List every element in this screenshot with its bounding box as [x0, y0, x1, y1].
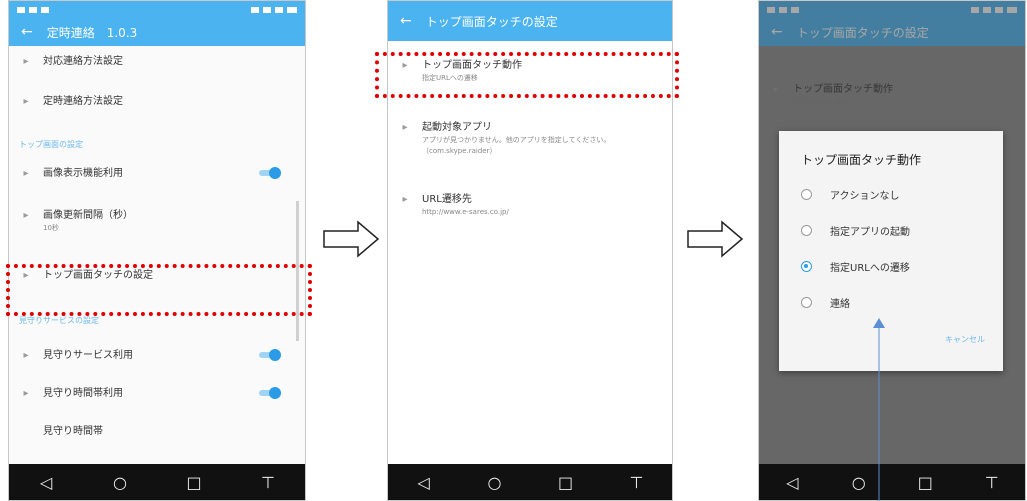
chevron-right-icon: ▸: [402, 122, 408, 133]
watch-service-toggle[interactable]: [257, 349, 281, 361]
chevron-right-icon: ▸: [402, 194, 408, 205]
settings-screen-phone: ← 定時連絡 1.0.3 ▸ 対応連絡方法設定 ▸ 定時連絡方法設定 トップ画面…: [8, 0, 306, 501]
home-circle-icon[interactable]: ○: [844, 473, 874, 492]
list-item[interactable]: ▸ 対応連絡方法設定: [9, 55, 305, 69]
back-arrow-icon[interactable]: ←: [21, 24, 33, 40]
menu-icon[interactable]: ⊤: [977, 473, 1007, 492]
chevron-right-icon: ▸: [23, 350, 29, 361]
image-display-toggle[interactable]: [257, 167, 281, 179]
list-item[interactable]: ▸ 定時連絡方法設定: [9, 95, 305, 109]
radio-dialog: トップ画面タッチ動作 アクションなし 指定アプリの起動 指定URLへの遷移 連絡…: [779, 131, 1003, 371]
dialog-title: トップ画面タッチ動作: [801, 153, 922, 167]
list-item[interactable]: ▸ 見守り時間帯: [9, 425, 305, 439]
radio-option-contact[interactable]: 連絡: [801, 295, 850, 310]
highlight-box: [375, 52, 679, 98]
recents-square-icon[interactable]: □: [910, 473, 940, 492]
radio-option-no-action[interactable]: アクションなし: [801, 187, 900, 202]
radio-button[interactable]: [801, 297, 812, 308]
radio-button[interactable]: [801, 225, 812, 236]
back-triangle-icon[interactable]: ◁: [409, 473, 439, 492]
list-item[interactable]: ▸ 画像更新間隔（秒） 10秒: [9, 209, 305, 234]
chevron-right-icon: ▸: [23, 96, 29, 107]
arrow-right-icon: [323, 220, 380, 258]
page-title: 定時連絡 1.0.3: [46, 25, 138, 40]
navigation-bar: ◁ ○ □ ⊤: [388, 464, 672, 500]
radio-option-url[interactable]: 指定URLへの遷移: [801, 259, 910, 274]
pointer-arrow-icon: [873, 318, 885, 501]
back-triangle-icon[interactable]: ◁: [31, 473, 61, 492]
back-triangle-icon[interactable]: ◁: [777, 473, 807, 492]
home-circle-icon[interactable]: ○: [105, 473, 135, 492]
recents-square-icon[interactable]: □: [179, 473, 209, 492]
recents-square-icon[interactable]: □: [551, 473, 581, 492]
menu-icon[interactable]: ⊤: [622, 473, 652, 492]
top-touch-dialog-phone: ← トップ画面タッチの設定 ▸ トップ画面タッチ動作 指定URLへの遷移 トップ…: [758, 0, 1026, 501]
menu-icon[interactable]: ⊤: [253, 473, 283, 492]
arrow-right-icon: [687, 220, 744, 258]
navigation-bar: ◁ ○ □ ⊤: [759, 464, 1025, 500]
page-title: トップ画面タッチの設定: [425, 14, 558, 29]
list-item-url-destination[interactable]: ▸ URL遷移先 http://www.e-sares.co.jp/: [388, 193, 672, 218]
radio-option-launch-app[interactable]: 指定アプリの起動: [801, 223, 910, 238]
back-arrow-icon[interactable]: ←: [400, 13, 412, 29]
app-bar: ← 定時連絡 1.0.3: [9, 18, 305, 46]
chevron-right-icon: ▸: [23, 168, 29, 179]
chevron-right-icon: ▸: [23, 56, 29, 67]
list-item-target-app[interactable]: ▸ 起動対象アプリ アプリが見つかりません。他のアプリを指定してください。（co…: [388, 121, 672, 157]
chevron-right-icon: ▸: [23, 388, 29, 399]
chevron-right-icon: ▸: [23, 210, 29, 221]
highlight-box: [6, 264, 312, 316]
status-bar: [9, 1, 305, 18]
section-header: 見守りサービスの設定: [19, 316, 99, 325]
cancel-button[interactable]: キャンセル: [945, 334, 985, 345]
section-header: トップ画面の設定: [19, 140, 83, 149]
navigation-bar: ◁ ○ □ ⊤: [9, 464, 305, 500]
radio-button[interactable]: [801, 189, 812, 200]
radio-button-selected[interactable]: [801, 261, 812, 272]
app-bar: ← トップ画面タッチの設定: [388, 1, 672, 41]
watch-hours-toggle[interactable]: [257, 387, 281, 399]
home-circle-icon[interactable]: ○: [480, 473, 510, 492]
